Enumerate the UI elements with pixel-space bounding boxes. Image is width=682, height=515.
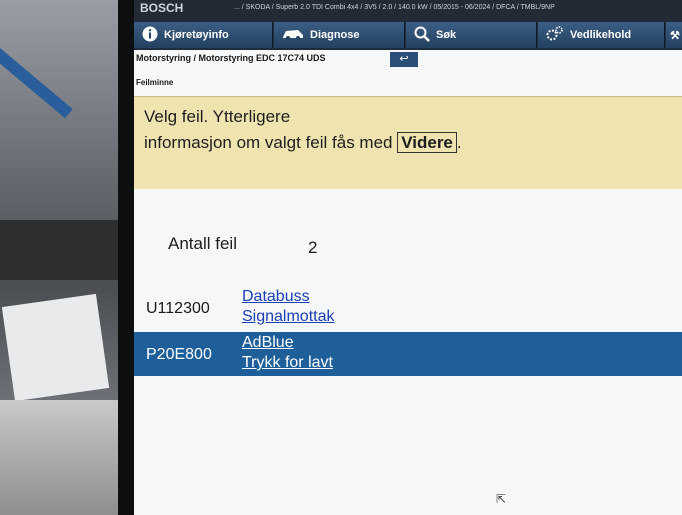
breadcrumb: Motorstyring / Motorstyring EDC 17C74 UD… (136, 53, 326, 63)
tab-label: Søk (436, 29, 457, 41)
tab-kjoretoyinfo[interactable]: Kjøretøyinfo (134, 22, 273, 48)
fault-code: P20E800 (146, 346, 212, 363)
fault-description-link[interactable]: AdBlue (242, 334, 294, 352)
fault-detail-link[interactable]: Trykk for lavt (242, 354, 333, 372)
title-bar: BOSCH ... / SKODA / Superb 2.0 TDI Combi… (134, 0, 682, 22)
fault-count-value: 2 (308, 238, 318, 257)
background-bottom (0, 400, 118, 515)
vehicle-info: ... / SKODA / Superb 2.0 TDI Combi 4x4 /… (234, 4, 555, 11)
background-object (0, 220, 118, 280)
back-button[interactable]: ↩ (390, 52, 418, 67)
instruction-line-1: Velg feil. Ytterligere (144, 107, 291, 126)
fault-description-link[interactable]: Databuss (242, 288, 310, 306)
instruction-line-2: informasjon om valgt feil fås med Videre… (144, 132, 462, 153)
gears-icon (546, 25, 564, 45)
wrench-icon: ⚒ (670, 29, 680, 42)
instruction-panel: Velg feil. Ytterligere informasjon om va… (134, 96, 682, 189)
fault-detail-link[interactable]: Signalmottak (242, 308, 335, 326)
tab-label: Diagnose (310, 29, 360, 41)
fault-count-label: Antall feil (168, 234, 237, 253)
brand-logo: BOSCH (140, 1, 184, 15)
instruction-suffix: . (456, 133, 462, 152)
search-icon (414, 26, 430, 45)
tab-label: Vedlikehold (570, 29, 632, 41)
videre-button-hint: Videre (397, 132, 457, 153)
instruction-text: informasjon om valgt feil fås med (144, 133, 398, 152)
fault-code: U112300 (146, 300, 210, 317)
back-arrow-icon: ↩ (399, 53, 409, 65)
tab-sok[interactable]: Søk (406, 22, 537, 48)
tab-bar: Kjøretøyinfo Diagnose Søk Vedlikehold ⚒ (134, 22, 682, 50)
car-icon (282, 27, 304, 44)
fault-row-selected[interactable]: P20E800 AdBlue Trykk for lavt (134, 332, 682, 376)
tab-vedlikehold[interactable]: Vedlikehold (538, 22, 665, 48)
background-paper (1, 293, 110, 402)
tab-diagnose[interactable]: Diagnose (274, 22, 405, 48)
fault-row[interactable]: U112300 Databuss Signalmottak (134, 286, 682, 330)
section-title: Feilminne (136, 78, 174, 87)
tab-label: Kjøretøyinfo (164, 29, 229, 41)
tab-tools[interactable]: ⚒ (666, 22, 682, 48)
screen: BOSCH ... / SKODA / Superb 2.0 TDI Combi… (134, 0, 682, 515)
mouse-cursor: ⇱ (496, 492, 507, 506)
info-icon (142, 26, 158, 45)
